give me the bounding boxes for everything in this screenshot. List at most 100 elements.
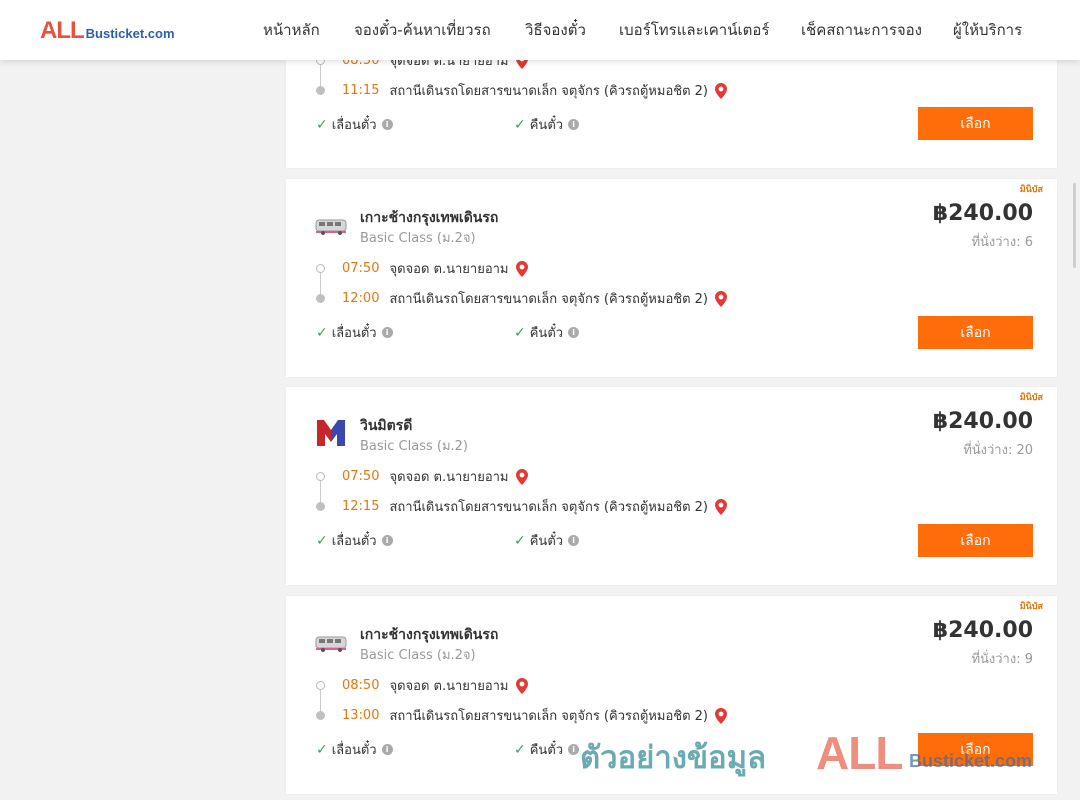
- minibus-badge: มินิบัส: [1019, 185, 1043, 195]
- feature-reschedule-label: เลื่อนตั๋ว: [331, 534, 377, 549]
- nav-booking-status[interactable]: เช็คสถานะการจอง: [801, 18, 922, 42]
- arrive-dot: [316, 502, 325, 511]
- feature-reschedule-label: เลื่อนตั๋ว: [331, 743, 377, 758]
- nav-phone-counter[interactable]: เบอร์โทรและเคาน์เตอร์: [619, 18, 769, 42]
- info-icon[interactable]: i: [381, 327, 393, 338]
- nav-operators[interactable]: ผู้ให้บริการ: [953, 18, 1022, 42]
- arrive-time: 13:00: [342, 708, 380, 723]
- feature-refund-label: คืนตั๋ว: [529, 743, 564, 758]
- depart-stop: 07:50 จุดจอด ต.นายายอาม: [316, 258, 529, 279]
- map-pin-icon[interactable]: [714, 290, 728, 307]
- bus-operator-logo-icon: [315, 219, 347, 235]
- operator-md-logo-icon: [317, 420, 345, 446]
- depart-place: จุดจอด ต.นายายอาม: [389, 470, 509, 485]
- nav-home[interactable]: หน้าหลัก: [263, 18, 320, 42]
- check-icon: ✓: [514, 116, 526, 133]
- watermark-logo-all: ALL: [816, 727, 903, 779]
- minibus-badge: มินิบัส: [1019, 393, 1043, 403]
- depart-stop: 07:50 จุดจอด ต.นายายอาม: [316, 466, 529, 487]
- map-pin-icon[interactable]: [515, 260, 529, 277]
- select-trip-button[interactable]: เลือก: [918, 316, 1033, 349]
- check-icon: ✓: [514, 324, 526, 341]
- feature-refund: ✓ คืนตั๋ว i: [514, 322, 580, 343]
- arrive-time: 11:15: [342, 83, 380, 98]
- info-icon[interactable]: i: [381, 535, 393, 546]
- map-pin-icon[interactable]: [714, 82, 728, 99]
- site-logo[interactable]: ALL Busticket.com: [40, 17, 175, 45]
- ticket-price: ฿240.00: [932, 409, 1033, 434]
- logo-all-text: ALL: [40, 17, 85, 44]
- arrive-time: 12:00: [342, 291, 380, 306]
- ticket-price: ฿240.00: [932, 201, 1033, 226]
- arrive-stop: 13:00 สถานีเดินรถโดยสารขนาดเล็ก จตุจักร …: [316, 705, 728, 726]
- depart-place: จุดจอด ต.นายายอาม: [389, 262, 509, 277]
- check-icon: ✓: [316, 324, 328, 341]
- seats-available: ที่นั่งว่าง: 6: [971, 235, 1033, 250]
- trip-card: มินิบัส เกาะช้างกรุงเทพเดินรถ Basic Clas…: [286, 179, 1057, 377]
- arrive-place: สถานีเดินรถโดยสารขนาดเล็ก จตุจักร (คิวรถ…: [389, 292, 708, 307]
- check-icon: ✓: [316, 116, 328, 133]
- feature-refund: ✓ คืนตั๋ว i: [514, 114, 580, 135]
- depart-dot: [316, 681, 325, 690]
- check-icon: ✓: [316, 532, 328, 549]
- page-scrollbar-thumb[interactable]: [1073, 183, 1076, 268]
- operator-name: เกาะช้างกรุงเทพเดินรถ: [360, 627, 499, 643]
- info-icon[interactable]: i: [568, 744, 580, 755]
- info-icon[interactable]: i: [568, 535, 580, 546]
- bus-class: Basic Class (ม.2จ): [360, 231, 476, 246]
- select-trip-button[interactable]: เลือก: [918, 107, 1033, 140]
- ticket-price: ฿240.00: [932, 618, 1033, 643]
- operator-name: เกาะช้างกรุงเทพเดินรถ: [360, 210, 499, 226]
- depart-dot: [316, 264, 325, 273]
- feature-refund-label: คืนตั๋ว: [529, 534, 564, 549]
- info-icon[interactable]: i: [568, 119, 580, 130]
- depart-time: 07:50: [342, 469, 380, 484]
- operator-name: วินมิตรดี: [360, 418, 413, 434]
- feature-reschedule-label: เลื่อนตั๋ว: [331, 118, 377, 133]
- info-icon[interactable]: i: [381, 119, 393, 130]
- depart-place: จุดจอด ต.นายายอาม: [389, 679, 509, 694]
- feature-reschedule: ✓ เลื่อนตั๋ว i: [316, 114, 393, 135]
- select-trip-button[interactable]: เลือก: [918, 524, 1033, 557]
- arrive-stop: 11:15 สถานีเดินรถโดยสารขนาดเล็ก จตุจักร …: [316, 80, 728, 101]
- arrive-stop: 12:15 สถานีเดินรถโดยสารขนาดเล็ก จตุจักร …: [316, 496, 728, 517]
- arrive-place: สถานีเดินรถโดยสารขนาดเล็ก จตุจักร (คิวรถ…: [389, 500, 708, 515]
- check-icon: ✓: [316, 741, 328, 758]
- bus-class: Basic Class (ม.2จ): [360, 648, 476, 663]
- feature-reschedule: ✓ เลื่อนตั๋ว i: [316, 739, 393, 760]
- watermark-logo-rest: Busticket.com: [909, 751, 1033, 771]
- feature-reschedule: ✓ เลื่อนตั๋ว i: [316, 530, 393, 551]
- map-pin-icon[interactable]: [714, 707, 728, 724]
- arrive-place: สถานีเดินรถโดยสารขนาดเล็ก จตุจักร (คิวรถ…: [389, 84, 708, 99]
- feature-refund: ✓ คืนตั๋ว i: [514, 739, 580, 760]
- sample-data-watermark: ตัวอย่างข้อมูล: [580, 740, 767, 776]
- feature-refund: ✓ คืนตั๋ว i: [514, 530, 580, 551]
- top-header: ALL Busticket.com หน้าหลัก จองตั๋ว-ค้นหา…: [0, 0, 1080, 60]
- feature-reschedule-label: เลื่อนตั๋ว: [331, 326, 377, 341]
- feature-refund-label: คืนตั๋ว: [529, 326, 564, 341]
- depart-dot: [316, 472, 325, 481]
- bus-class: Basic Class (ม.2): [360, 439, 468, 454]
- minibus-badge: มินิบัส: [1019, 602, 1043, 612]
- check-icon: ✓: [514, 741, 526, 758]
- arrive-dot: [316, 294, 325, 303]
- nav-how-to-book[interactable]: วิธีจองตั๋ว: [525, 18, 586, 42]
- map-pin-icon[interactable]: [714, 498, 728, 515]
- arrive-dot: [316, 711, 325, 720]
- feature-reschedule: ✓ เลื่อนตั๋ว i: [316, 322, 393, 343]
- trip-card: มินิบัส วินมิตรดี Basic Class (ม.2) ฿240…: [286, 387, 1057, 585]
- map-pin-icon[interactable]: [515, 468, 529, 485]
- depart-stop: 08:50 จุดจอด ต.นายายอาม: [316, 675, 529, 696]
- arrive-dot: [316, 86, 325, 95]
- arrive-place: สถานีเดินรถโดยสารขนาดเล็ก จตุจักร (คิวรถ…: [389, 709, 708, 724]
- feature-refund-label: คืนตั๋ว: [529, 118, 564, 133]
- check-icon: ✓: [514, 532, 526, 549]
- bus-operator-logo-icon: [315, 636, 347, 652]
- arrive-time: 12:15: [342, 499, 380, 514]
- depart-time: 07:50: [342, 261, 380, 276]
- nav-book-search[interactable]: จองตั๋ว-ค้นหาเที่ยวรถ: [354, 18, 491, 42]
- map-pin-icon[interactable]: [515, 677, 529, 694]
- info-icon[interactable]: i: [568, 327, 580, 338]
- info-icon[interactable]: i: [381, 744, 393, 755]
- seats-available: ที่นั่งว่าง: 20: [963, 443, 1033, 458]
